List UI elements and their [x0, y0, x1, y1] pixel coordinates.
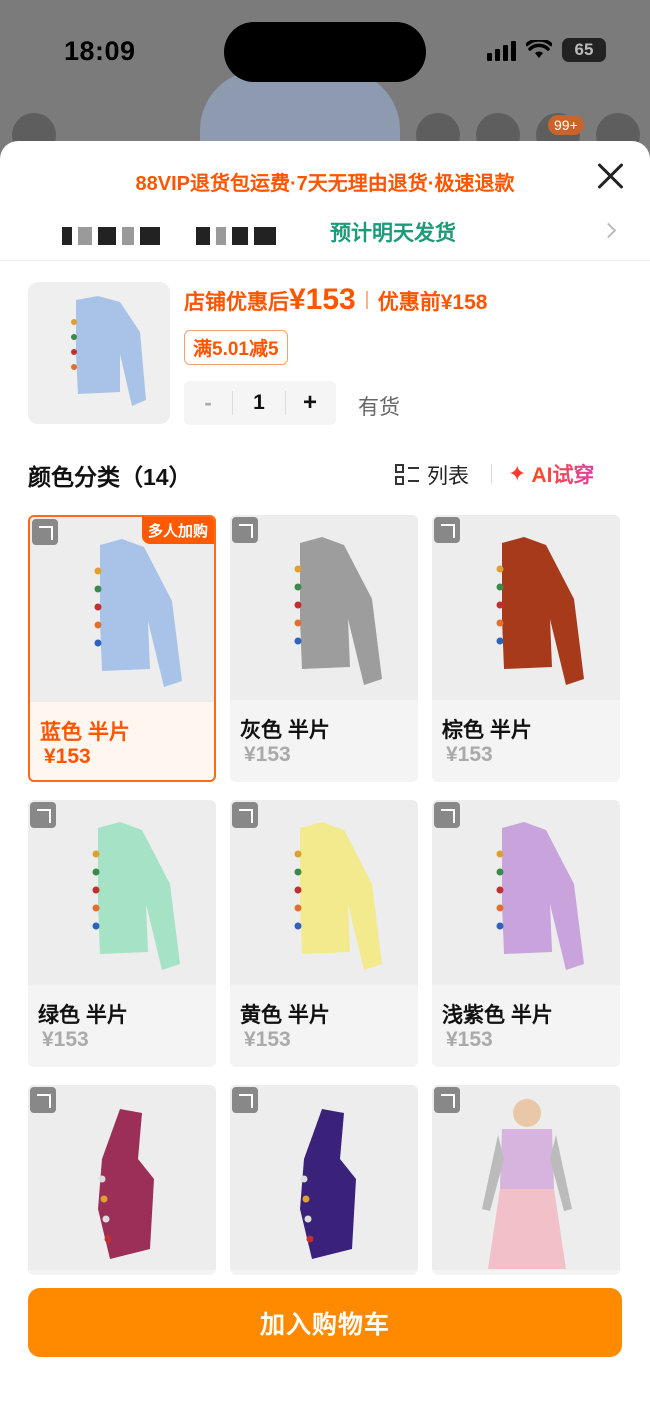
expand-icon[interactable]	[232, 517, 258, 543]
product-thumbnail[interactable]	[28, 282, 170, 424]
variant-name: 棕色 半片	[442, 719, 532, 742]
variant-card[interactable]: 多人加购 蓝色 半片 ¥153	[28, 515, 216, 782]
sweater-image	[294, 822, 382, 970]
quantity-value[interactable]: 1	[232, 391, 286, 415]
vest-image	[98, 1109, 154, 1259]
quantity-stepper: - 1 +	[184, 381, 336, 425]
original-price: ¥158	[440, 291, 488, 314]
popular-badge: 多人加购	[141, 517, 214, 544]
decrease-button[interactable]: -	[184, 390, 232, 416]
sweater-image	[496, 822, 584, 970]
sweater-image	[496, 537, 584, 685]
variant-image	[230, 800, 418, 985]
sweater-image	[294, 537, 382, 685]
expand-icon[interactable]	[434, 1087, 460, 1113]
list-view-button[interactable]: 列表	[395, 460, 469, 490]
variant-card[interactable]	[28, 1085, 216, 1275]
variant-image	[28, 800, 216, 985]
sku-selector-sheet: 88VIP退货包运费·7天无理由退货·极速退款 预计明天发货 店铺优惠后 ¥15…	[0, 141, 650, 1413]
color-section-title: 颜色分类（14）	[28, 464, 192, 490]
variant-image	[230, 515, 418, 700]
variant-name: 浅紫色 半片	[442, 1004, 553, 1027]
variant-grid: 多人加购 蓝色 半片 ¥153 灰色 半片 ¥153 棕色 半片 ¥153 绿色…	[28, 515, 624, 1275]
variant-name: 灰色 半片	[240, 719, 330, 742]
expand-icon[interactable]	[232, 802, 258, 828]
sweater-image	[94, 539, 182, 687]
sweater-image	[71, 296, 146, 406]
close-icon[interactable]	[594, 159, 628, 193]
variant-price: ¥153	[446, 743, 493, 766]
expand-icon[interactable]	[32, 519, 58, 545]
variant-image	[432, 515, 620, 700]
variant-image	[28, 1085, 216, 1270]
chevron-right-icon	[600, 222, 617, 239]
variant-card[interactable]	[432, 1085, 620, 1275]
status-icons: 65	[487, 38, 606, 62]
variant-card[interactable]	[230, 1085, 418, 1275]
variant-name: 绿色 半片	[38, 1004, 128, 1027]
stock-status: 有货	[358, 396, 400, 419]
add-to-cart-button[interactable]: 加入购物车	[28, 1288, 622, 1357]
promo-banner: 88VIP退货包运费·7天无理由退货·极速退款	[135, 173, 515, 195]
variant-price: ¥153	[44, 745, 91, 768]
variant-card[interactable]: 棕色 半片 ¥153	[432, 515, 620, 782]
discount-price-label: 店铺优惠后	[184, 291, 289, 314]
shipping-row[interactable]: 预计明天发货	[0, 209, 650, 261]
ai-try-on-button[interactable]: ✦ AI试穿	[508, 459, 594, 489]
battery-icon: 65	[562, 38, 606, 62]
signal-icon	[487, 39, 516, 61]
coupon-badge: 满5.01减5	[184, 330, 288, 365]
increase-button[interactable]: +	[286, 389, 334, 417]
variant-price: ¥153	[244, 1028, 291, 1051]
variant-card[interactable]: 浅紫色 半片 ¥153	[432, 800, 620, 1067]
price-line: 店铺优惠后 ¥153 优惠前 ¥158	[184, 283, 487, 317]
vest-image	[300, 1109, 356, 1259]
variant-price: ¥153	[446, 1028, 493, 1051]
cart-count-badge: 99+	[548, 115, 584, 135]
redacted-address	[62, 227, 276, 245]
sweater-image	[92, 822, 180, 970]
variant-name: 蓝色 半片	[40, 721, 130, 744]
variant-image	[432, 1085, 620, 1270]
divider	[491, 464, 492, 484]
variant-price: ¥153	[244, 743, 291, 766]
variant-card[interactable]: 绿色 半片 ¥153	[28, 800, 216, 1067]
variant-name: 黄色 半片	[240, 1004, 330, 1027]
ai-try-on-label: AI试穿	[531, 459, 594, 489]
list-label: 列表	[427, 465, 469, 488]
expand-icon[interactable]	[434, 802, 460, 828]
expand-icon[interactable]	[232, 1087, 258, 1113]
expand-icon[interactable]	[30, 802, 56, 828]
dynamic-island	[224, 22, 426, 82]
wifi-icon	[526, 40, 552, 58]
variant-image	[30, 517, 214, 702]
variant-card[interactable]: 灰色 半片 ¥153	[230, 515, 418, 782]
discount-price: ¥153	[289, 283, 356, 316]
expand-icon[interactable]	[434, 517, 460, 543]
price-divider	[365, 291, 368, 309]
variant-image	[230, 1085, 418, 1270]
status-time: 18:09	[64, 36, 136, 66]
original-price-label: 优惠前	[377, 291, 441, 314]
variant-image	[432, 800, 620, 985]
expand-icon[interactable]	[30, 1087, 56, 1113]
list-icon	[395, 463, 419, 487]
variant-price: ¥153	[42, 1028, 89, 1051]
model-photo	[482, 1099, 572, 1269]
variant-card[interactable]: 黄色 半片 ¥153	[230, 800, 418, 1067]
shipping-estimate: 预计明天发货	[330, 222, 456, 245]
sparkle-icon: ✦	[508, 461, 527, 486]
